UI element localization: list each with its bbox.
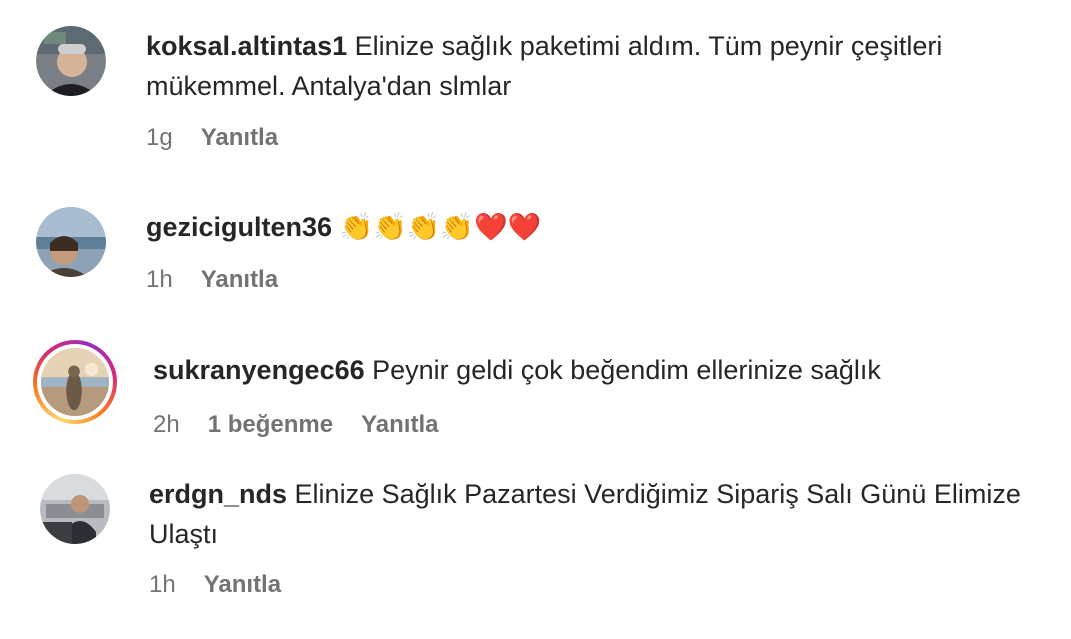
comment-list: koksal.altintas1 Elinize sağlık paketimi… xyxy=(0,0,1071,639)
comment-meta: 1h Yanıtla xyxy=(149,571,281,599)
story-ring[interactable] xyxy=(33,340,117,424)
comment-timestamp[interactable]: 1h xyxy=(146,266,173,294)
comment-timestamp[interactable]: 2h xyxy=(153,411,180,439)
reply-button[interactable]: Yanıtla xyxy=(204,571,281,599)
user-avatar-image xyxy=(41,348,109,416)
avatar[interactable] xyxy=(36,207,106,277)
comment-username[interactable]: gezicigulten36 xyxy=(146,212,332,242)
comment-text: gezicigulten36 👏👏👏👏❤️❤️ xyxy=(146,207,1026,248)
comment-username[interactable]: sukranyengec66 xyxy=(153,355,365,385)
reply-button[interactable]: Yanıtla xyxy=(201,124,278,152)
comment-username[interactable]: erdgn_nds xyxy=(149,479,287,509)
comment-body: 👏👏👏👏❤️❤️ xyxy=(339,212,542,243)
comment-meta: 1h Yanıtla xyxy=(146,266,278,294)
avatar[interactable] xyxy=(40,474,110,544)
user-avatar-image xyxy=(36,207,106,277)
avatar[interactable] xyxy=(36,26,106,96)
reply-button[interactable]: Yanıtla xyxy=(361,411,438,439)
story-ring-inner xyxy=(37,344,113,420)
reply-button[interactable]: Yanıtla xyxy=(201,266,278,294)
comment-body: Peynir geldi çok beğendim ellerinize sağ… xyxy=(372,355,881,385)
comment-username[interactable]: koksal.altintas1 xyxy=(146,31,347,61)
likes-count-button[interactable]: 1 beğenme xyxy=(208,411,333,439)
comment-text: sukranyengec66 Peynir geldi çok beğendim… xyxy=(153,350,1033,390)
comment-text: koksal.altintas1 Elinize sağlık paketimi… xyxy=(146,26,1026,106)
comment-timestamp[interactable]: 1h xyxy=(149,571,176,599)
user-avatar-image xyxy=(40,474,110,544)
comment-text: erdgn_nds Elinize Sağlık Pazartesi Verdi… xyxy=(149,474,1029,554)
comment-timestamp[interactable]: 1g xyxy=(146,124,173,152)
user-avatar-image xyxy=(36,26,106,96)
comment-meta: 1g Yanıtla xyxy=(146,124,278,152)
comment-meta: 2h 1 beğenme Yanıtla xyxy=(153,411,438,439)
